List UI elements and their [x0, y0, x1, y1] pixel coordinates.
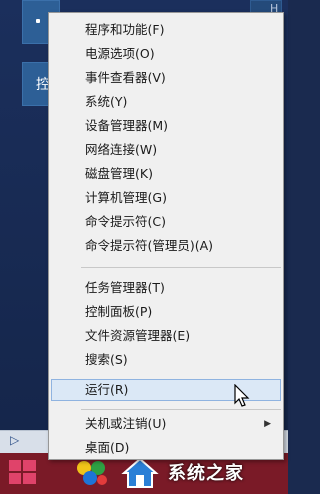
submenu-arrow-icon: ▶ [264, 419, 271, 429]
windows-logo-icon[interactable] [8, 458, 38, 486]
menu-item-network-connections[interactable]: 网络连接(W) [51, 139, 281, 161]
menu-item-desktop[interactable]: 桌面(D) [51, 437, 281, 459]
menu-item-computer-management[interactable]: 计算机管理(G) [51, 187, 281, 209]
menu-item-label: 事件查看器(V) [85, 70, 166, 85]
menu-item-label: 网络连接(W) [85, 142, 158, 157]
menu-item-shutdown-or-sign-out[interactable]: 关机或注销(U) ▶ [51, 413, 281, 435]
menu-item-label: 系统(Y) [85, 94, 128, 109]
menu-item-label: 桌面(D) [85, 440, 130, 455]
menu-item-label: 命令提示符(管理员)(A) [85, 238, 214, 253]
menu-item-device-manager[interactable]: 设备管理器(M) [51, 115, 281, 137]
menu-item-label: 电源选项(O) [85, 46, 155, 61]
menu-item-label: 命令提示符(C) [85, 214, 166, 229]
menu-item-programs-and-features[interactable]: 程序和功能(F) [51, 19, 281, 41]
menu-item-label: 运行(R) [85, 382, 129, 397]
menu-item-label: 搜索(S) [85, 352, 128, 367]
menu-item-control-panel[interactable]: 控制面板(P) [51, 301, 281, 323]
menu-item-label: 磁盘管理(K) [85, 166, 153, 181]
taskbar-app-icon[interactable] [70, 456, 114, 490]
mouse-cursor-icon [234, 384, 250, 407]
menu-item-search[interactable]: 搜索(S) [51, 349, 281, 371]
watermark-text: 系统之家 [168, 463, 244, 484]
menu-item-task-manager[interactable]: 任务管理器(T) [51, 277, 281, 299]
menu-item-label: 任务管理器(T) [85, 280, 165, 295]
menu-item-label: 控制面板(P) [85, 304, 153, 319]
menu-item-system[interactable]: 系统(Y) [51, 91, 281, 113]
menu-item-label: 关机或注销(U) [85, 416, 167, 431]
menu-separator [81, 409, 281, 410]
menu-item-label: 计算机管理(G) [85, 190, 167, 205]
menu-item-command-prompt-admin[interactable]: 命令提示符(管理员)(A) [51, 235, 281, 257]
play-icon[interactable]: ▷ [10, 433, 24, 447]
menu-item-label: 设备管理器(M) [85, 118, 169, 133]
menu-separator [81, 267, 281, 268]
watermark-logo-icon [121, 457, 159, 488]
menu-item-event-viewer[interactable]: 事件查看器(V) [51, 67, 281, 89]
menu-item-label: 程序和功能(F) [85, 22, 165, 37]
menu-item-label: 文件资源管理器(E) [85, 328, 191, 343]
menu-item-file-explorer[interactable]: 文件资源管理器(E) [51, 325, 281, 347]
menu-item-disk-management[interactable]: 磁盘管理(K) [51, 163, 281, 185]
menu-item-power-options[interactable]: 电源选项(O) [51, 43, 281, 65]
menu-item-command-prompt[interactable]: 命令提示符(C) [51, 211, 281, 233]
